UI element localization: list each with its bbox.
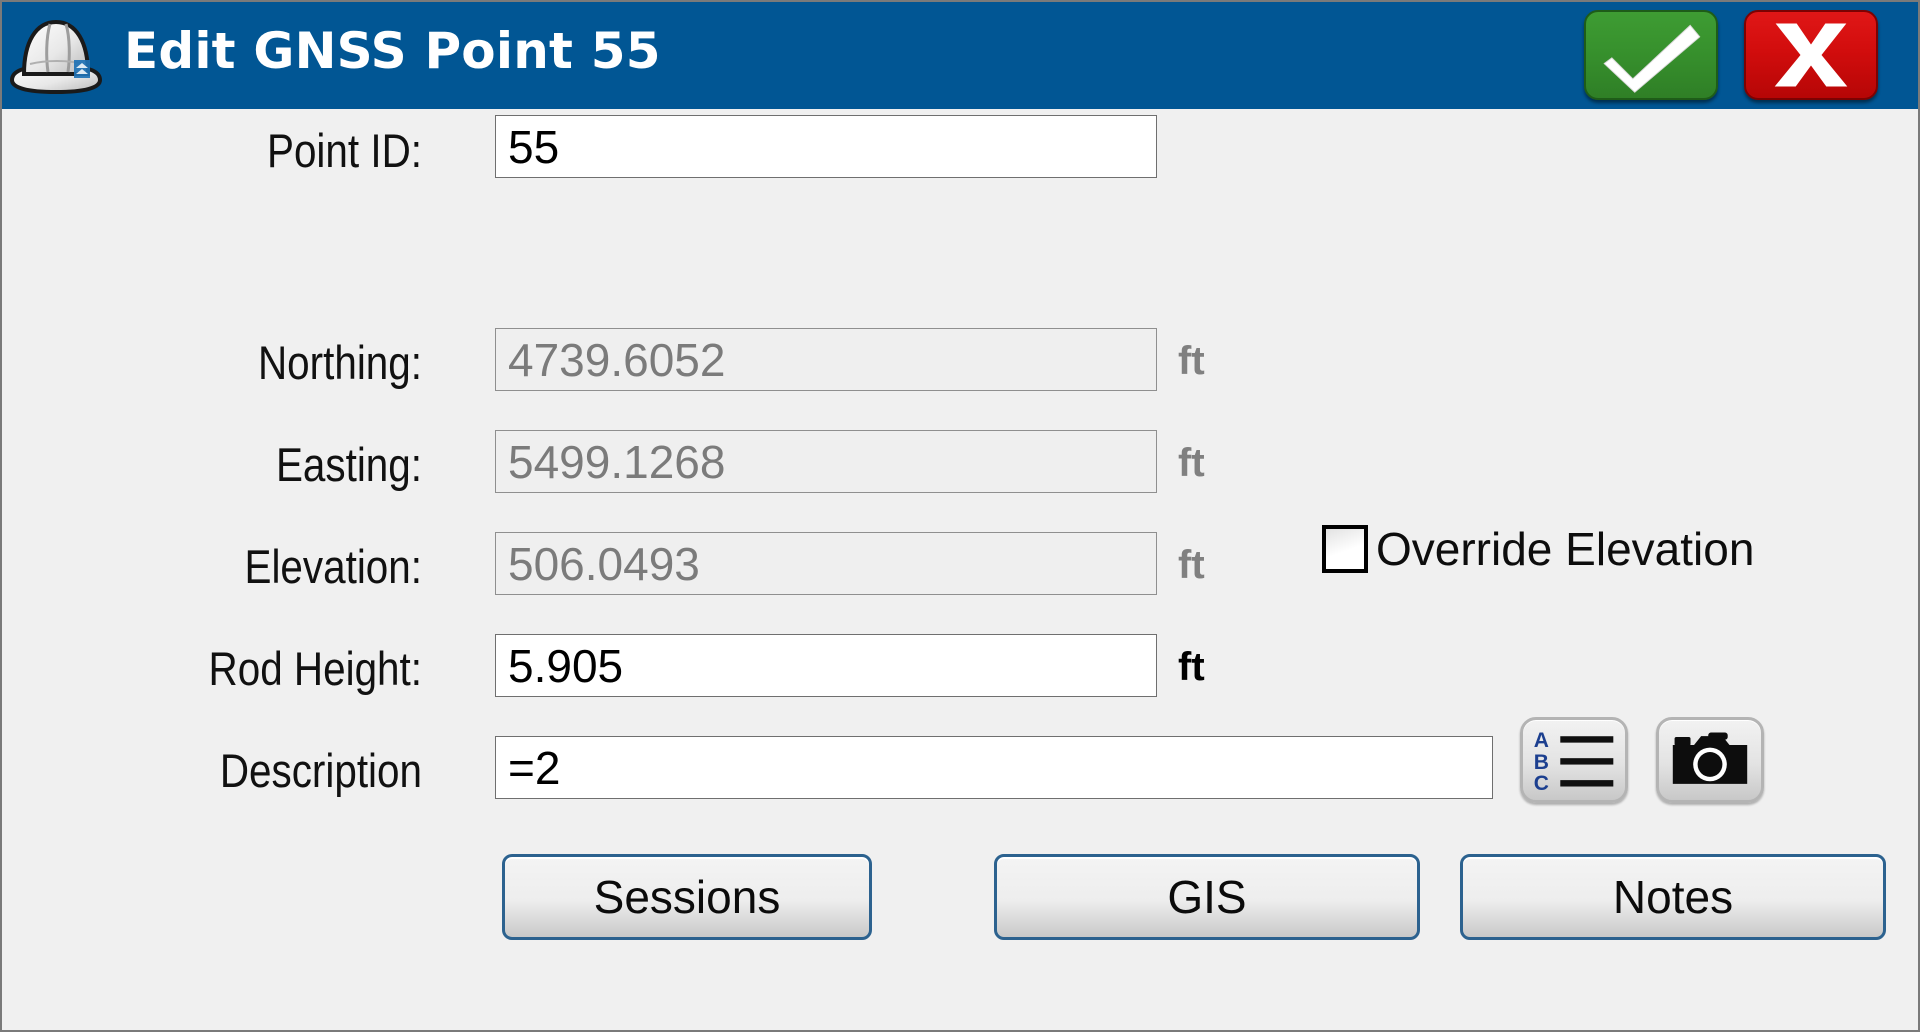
camera-icon — [1672, 732, 1748, 784]
gis-button[interactable]: GIS — [994, 854, 1420, 940]
override-elevation-label: Override Elevation — [1376, 523, 1755, 575]
elevation-label: Elevation: — [244, 540, 422, 593]
elevation-input: 506.0493 — [495, 532, 1157, 595]
point-id-input[interactable]: 55 — [495, 115, 1157, 178]
sessions-button[interactable]: Sessions — [502, 854, 872, 940]
northing-unit: ft — [1178, 339, 1205, 383]
easting-input: 5499.1268 — [495, 430, 1157, 493]
svg-text:A: A — [1534, 729, 1549, 752]
camera-button[interactable] — [1656, 717, 1764, 803]
override-elevation-checkbox[interactable]: Override Elevation — [1322, 522, 1754, 576]
title-bar: Edit GNSS Point 55 — [2, 2, 1918, 109]
description-label: Description — [219, 744, 422, 797]
check-icon — [1603, 24, 1701, 93]
point-id-label: Point ID: — [266, 124, 422, 177]
description-list-button[interactable]: A B C — [1520, 717, 1628, 803]
checkbox-box[interactable] — [1322, 525, 1368, 573]
rod-height-input[interactable]: 5.905 — [495, 634, 1157, 697]
northing-label: Northing: — [257, 336, 422, 389]
abc-list-icon: A B C — [1534, 729, 1614, 792]
cancel-button[interactable] — [1744, 10, 1878, 100]
accept-button[interactable] — [1584, 10, 1718, 100]
window-title: Edit GNSS Point 55 — [124, 22, 661, 80]
edit-gnss-point-window: Edit GNSS Point 55 Point ID: 55 Northing… — [0, 0, 1920, 1032]
easting-unit: ft — [1178, 441, 1205, 485]
svg-text:B: B — [1534, 751, 1549, 774]
northing-input: 4739.6052 — [495, 328, 1157, 391]
notes-button[interactable]: Notes — [1460, 854, 1886, 940]
elevation-unit: ft — [1178, 543, 1205, 587]
x-icon — [1774, 23, 1848, 87]
form-area: Point ID: 55 Northing: 4739.6052 ft East… — [2, 109, 1918, 1030]
rod-height-unit: ft — [1178, 645, 1205, 689]
hard-hat-icon — [6, 8, 106, 100]
description-input[interactable]: =2 — [495, 736, 1493, 799]
svg-text:C: C — [1534, 772, 1549, 792]
easting-label: Easting: — [275, 438, 422, 491]
rod-height-label: Rod Height: — [208, 642, 422, 695]
